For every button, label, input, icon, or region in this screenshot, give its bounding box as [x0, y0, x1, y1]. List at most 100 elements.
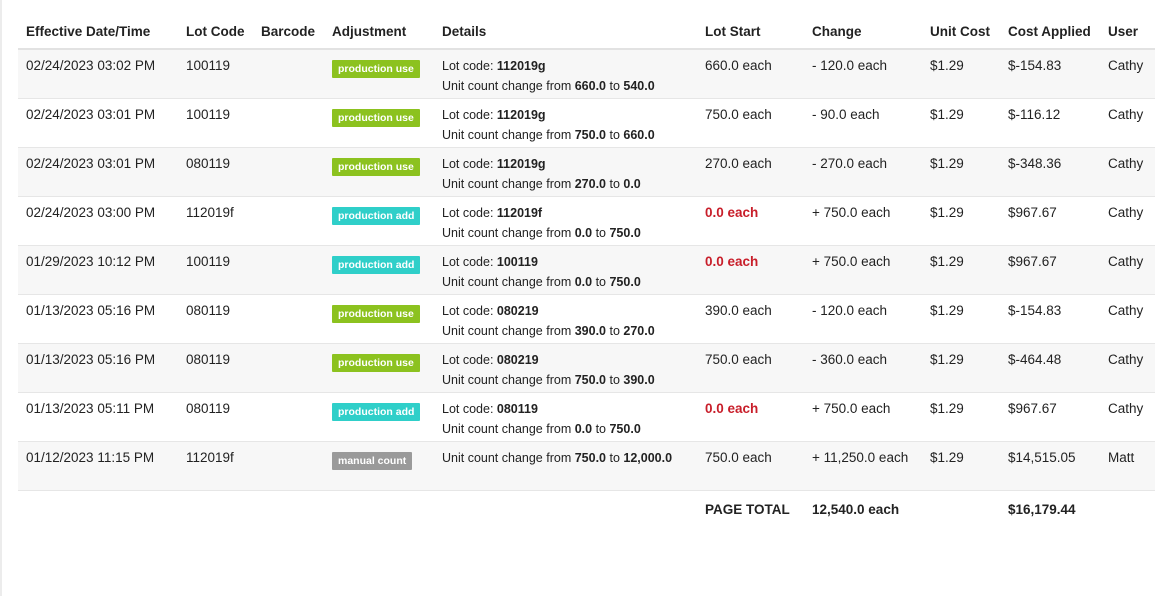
unit-cost-cell: $1.29 — [922, 392, 1000, 442]
user-name: Cathy — [1108, 302, 1144, 318]
table-row[interactable]: 01/29/2023 10:12 PM 100119 production add L… — [18, 245, 1155, 295]
table-row[interactable]: 01/13/2023 05:16 PM 080119 production use L… — [18, 294, 1155, 344]
adjustment-badge: production add — [332, 402, 421, 421]
user-name: Cathy — [1108, 351, 1144, 367]
barcode-cell — [253, 441, 324, 491]
unit-cost-value: $1.29 — [930, 204, 964, 220]
detail-count-line: Unit count change from 270.0 to 0.0 — [442, 174, 697, 194]
lot-code-cell: 080119 — [178, 343, 253, 393]
adjustment-header[interactable]: Adjustment — [324, 16, 434, 50]
count-change-label: Unit count change from — [442, 79, 575, 93]
user-name: Cathy — [1108, 204, 1144, 220]
total-spacer-3 — [1100, 490, 1155, 530]
count-from: 750.0 — [574, 450, 606, 465]
count-to: 390.0 — [623, 372, 655, 387]
lot-code-cell: 080119 — [178, 392, 253, 442]
unit-cost-value: $1.29 — [930, 400, 964, 416]
details-text: Lot code: 112019g Unit count change from … — [442, 105, 697, 145]
unit-cost-cell: $1.29 — [922, 441, 1000, 491]
table-row[interactable]: 01/13/2023 05:16 PM 080119 production use L… — [18, 343, 1155, 393]
adjustment-badge: production add — [332, 255, 421, 274]
to-label: to — [606, 79, 624, 93]
effective-date: 01/13/2023 05:16 PM — [26, 302, 156, 318]
barcode-cell — [253, 245, 324, 295]
user-cell: Cathy — [1100, 98, 1155, 148]
details-text: Lot code: 112019f Unit count change from … — [442, 203, 697, 243]
cost-applied-cell: $-348.36 — [1000, 147, 1100, 197]
table-row[interactable]: 02/24/2023 03:02 PM 100119 production use L… — [18, 49, 1155, 99]
unit-cost-value: $1.29 — [930, 302, 964, 318]
change-value: - 360.0 each — [812, 351, 888, 367]
date-cell: 02/24/2023 03:02 PM — [18, 49, 178, 99]
adjustment-cell: manual count — [324, 441, 434, 491]
effective-date: 02/24/2023 03:00 PM — [26, 204, 156, 220]
user-cell: Cathy — [1100, 196, 1155, 246]
cost-applied-header[interactable]: Cost Applied — [1000, 16, 1100, 50]
effective-date: 02/24/2023 03:01 PM — [26, 106, 156, 122]
table-row[interactable]: 02/24/2023 03:01 PM 080119 production use L… — [18, 147, 1155, 197]
effective-date: 01/29/2023 10:12 PM — [26, 253, 156, 269]
user-name: Cathy — [1108, 106, 1144, 122]
lot-code-cell: 100119 — [178, 245, 253, 295]
detail-lot-line: Lot code: 080219 — [442, 350, 697, 370]
cost-applied-cell: $-154.83 — [1000, 49, 1100, 99]
count-to: 750.0 — [609, 225, 641, 240]
to-label: to — [592, 421, 610, 436]
adjustment-badge: production use — [332, 60, 420, 78]
lot-start-value: 270.0 each — [705, 155, 772, 171]
adjustment-cell: production use — [324, 147, 434, 197]
lot-code-header[interactable]: Lot Code — [178, 16, 253, 50]
barcode-cell — [253, 147, 324, 197]
adjustment-cell: production use — [324, 98, 434, 148]
detail-count-line: Unit count change from 660.0 to 540.0 — [442, 76, 697, 96]
unit-cost-header[interactable]: Unit Cost — [922, 16, 1000, 50]
lot-code-cell: 112019f — [178, 441, 253, 491]
details-cell: Lot code: 112019g Unit count change from … — [434, 49, 697, 99]
adjustment-badge: production use — [332, 108, 420, 127]
lot-start-value: 390.0 each — [705, 302, 772, 318]
lot-code: 080119 — [186, 155, 231, 171]
detail-lot-code: 112019g — [496, 107, 546, 122]
details-header[interactable]: Details — [434, 16, 697, 50]
barcode-cell — [253, 196, 324, 246]
barcode-header[interactable]: Barcode — [253, 16, 324, 50]
change-cell: - 270.0 each — [804, 147, 922, 197]
details-cell: Lot code: 112019g Unit count change from … — [434, 98, 697, 148]
lot-code-label: Lot code: — [442, 156, 497, 171]
lot-start-cell: 390.0 each — [697, 294, 804, 344]
count-to: 540.0 — [623, 79, 655, 93]
table-row[interactable]: 01/12/2023 11:15 PM 112019f manual count Un… — [18, 441, 1155, 491]
details-cell: Lot code: 080119 Unit count change from 0… — [434, 392, 697, 442]
detail-count-line: Unit count change from 0.0 to 750.0 — [442, 272, 697, 292]
to-label: to — [606, 450, 624, 465]
count-from: 0.0 — [574, 421, 593, 436]
table-row[interactable]: 02/24/2023 03:00 PM 112019f production add… — [18, 196, 1155, 246]
user-name: Matt — [1108, 449, 1135, 465]
change-header[interactable]: Change — [804, 16, 922, 50]
table-row[interactable]: 01/13/2023 05:11 PM 080119 production add L… — [18, 392, 1155, 442]
lot-start-header[interactable]: Lot Start — [697, 16, 804, 50]
lot-start-cell: 0.0 each — [697, 245, 804, 295]
lot-start-value: 0.0 each — [705, 400, 759, 416]
change-value: + 750.0 each — [812, 253, 891, 269]
page-total-label: PAGE TOTAL — [697, 490, 804, 530]
cost-applied-value: $967.67 — [1008, 253, 1057, 269]
detail-count-line: Unit count change from 0.0 to 750.0 — [442, 223, 697, 243]
date-header[interactable]: Effective Date/Time — [18, 16, 178, 50]
details-text: Lot code: 080119 Unit count change from 0… — [442, 399, 697, 439]
user-name: Cathy — [1108, 155, 1144, 171]
detail-lot-line: Lot code: 080119 — [442, 399, 697, 419]
user-header[interactable]: User — [1100, 16, 1155, 50]
change-cell: - 120.0 each — [804, 49, 922, 99]
count-to: 750.0 — [609, 274, 641, 289]
cost-applied-value: $967.67 — [1008, 204, 1057, 220]
details-text: Lot code: 100119 Unit count change from 0… — [442, 252, 697, 292]
unit-cost-cell: $1.29 — [922, 49, 1000, 99]
lot-code-cell: 112019f — [178, 196, 253, 246]
details-text: Lot code: 112019g Unit count change from … — [442, 154, 697, 194]
change-value: - 120.0 each — [812, 302, 888, 318]
table-row[interactable]: 02/24/2023 03:01 PM 100119 production use L… — [18, 98, 1155, 148]
to-label: to — [606, 127, 624, 142]
lot-code: 112019f — [186, 204, 234, 220]
detail-lot-line: Lot code: 112019g — [442, 56, 697, 76]
